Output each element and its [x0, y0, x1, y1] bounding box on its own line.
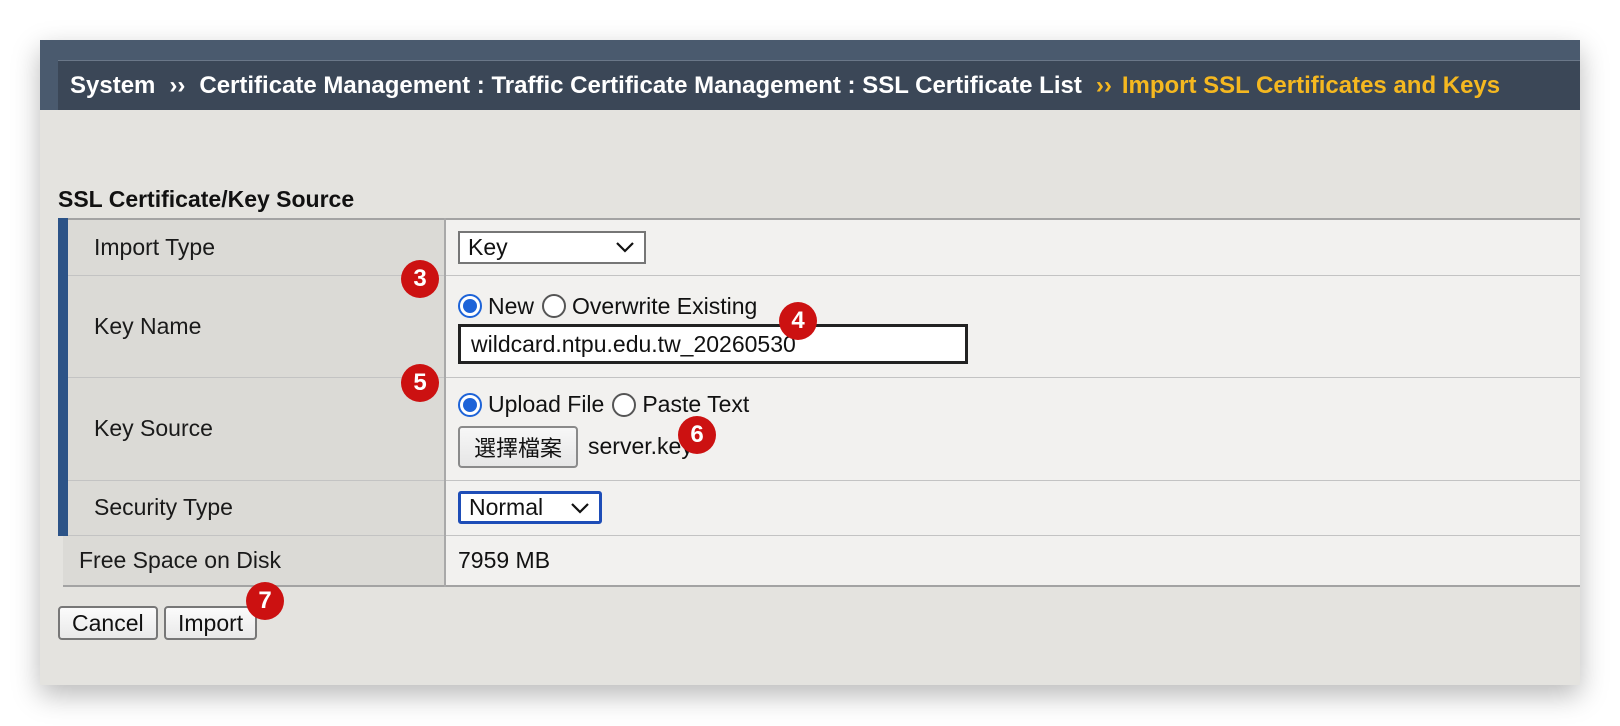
- import-type-selected: Key: [468, 233, 508, 260]
- import-type-cell: Key: [445, 219, 1580, 276]
- overwrite-existing-radio[interactable]: [542, 294, 567, 318]
- breadcrumb-separator: ››: [169, 71, 186, 99]
- upload-file-radio[interactable]: [458, 392, 482, 417]
- app-window: System ›› Certificate Management : Traff…: [40, 40, 1580, 685]
- selected-file-name: server.key: [588, 433, 693, 459]
- step-badge-7: 7: [246, 582, 284, 620]
- step-badge-3: 3: [401, 260, 439, 298]
- chevron-down-icon: [616, 242, 634, 253]
- paste-text-radio-label: Paste Text: [642, 391, 750, 417]
- step-badge-6: 6: [678, 416, 716, 454]
- breadcrumb-ssl-certificate-list[interactable]: Certificate Management : Traffic Certifi…: [199, 72, 1081, 100]
- section-title: SSL Certificate/Key Source: [58, 186, 355, 212]
- file-picker: 選擇檔案 server.key: [458, 423, 1580, 471]
- key-source-cell: Upload File Paste Text 選擇檔案 server.key: [445, 377, 1580, 481]
- security-type-select[interactable]: Normal: [458, 491, 602, 524]
- security-type-cell: Normal: [445, 480, 1580, 536]
- breadcrumb-system[interactable]: System: [70, 72, 155, 100]
- row-security-type: Security Type Normal: [58, 480, 1580, 536]
- key-name-cell: New Overwrite Existing wildcard.ntpu.edu…: [445, 275, 1580, 378]
- cancel-button[interactable]: Cancel: [58, 606, 158, 640]
- new-radio[interactable]: [458, 294, 482, 318]
- top-bar: System ›› Certificate Management : Traff…: [40, 40, 1580, 110]
- free-space-value: 7959 MB: [445, 535, 1580, 587]
- key-name-input[interactable]: wildcard.ntpu.edu.tw_20260530: [458, 324, 968, 364]
- chevron-down-icon: [571, 502, 589, 514]
- security-type-label: Security Type: [58, 480, 446, 536]
- key-name-label: Key Name: [58, 275, 446, 378]
- breadcrumb: System ›› Certificate Management : Traff…: [58, 60, 1580, 110]
- paste-text-radio[interactable]: [612, 392, 637, 417]
- row-free-space: Free Space on Disk 7959 MB: [63, 535, 1580, 587]
- step-badge-4: 4: [779, 302, 817, 340]
- row-key-source: Key Source Upload File Paste Text 選擇檔案 s…: [58, 377, 1580, 481]
- row-import-type: Import Type Key: [58, 219, 1580, 276]
- key-source-radio-group: Upload File Paste Text: [458, 387, 1580, 423]
- free-space-label: Free Space on Disk: [63, 535, 446, 587]
- breadcrumb-current-page: Import SSL Certificates and Keys: [1121, 71, 1501, 99]
- import-type-label: Import Type: [58, 219, 446, 276]
- choose-file-button[interactable]: 選擇檔案: [458, 425, 579, 468]
- security-type-selected: Normal: [469, 494, 544, 520]
- new-radio-label: New: [488, 292, 535, 319]
- breadcrumb-separator: ››: [1095, 71, 1112, 99]
- key-name-radio-group: New Overwrite Existing: [458, 288, 1580, 324]
- step-badge-5: 5: [401, 364, 439, 402]
- key-source-label: Key Source: [58, 377, 446, 481]
- upload-file-radio-label: Upload File: [488, 391, 605, 417]
- import-type-select[interactable]: Key: [458, 230, 646, 264]
- overwrite-existing-radio-label: Overwrite Existing: [572, 292, 758, 319]
- row-key-name: Key Name New Overwrite Existing wildcard…: [58, 275, 1580, 378]
- import-form-table: Import Type Key Key Name New Overwrite E…: [58, 218, 1580, 587]
- import-button[interactable]: Import: [164, 606, 258, 640]
